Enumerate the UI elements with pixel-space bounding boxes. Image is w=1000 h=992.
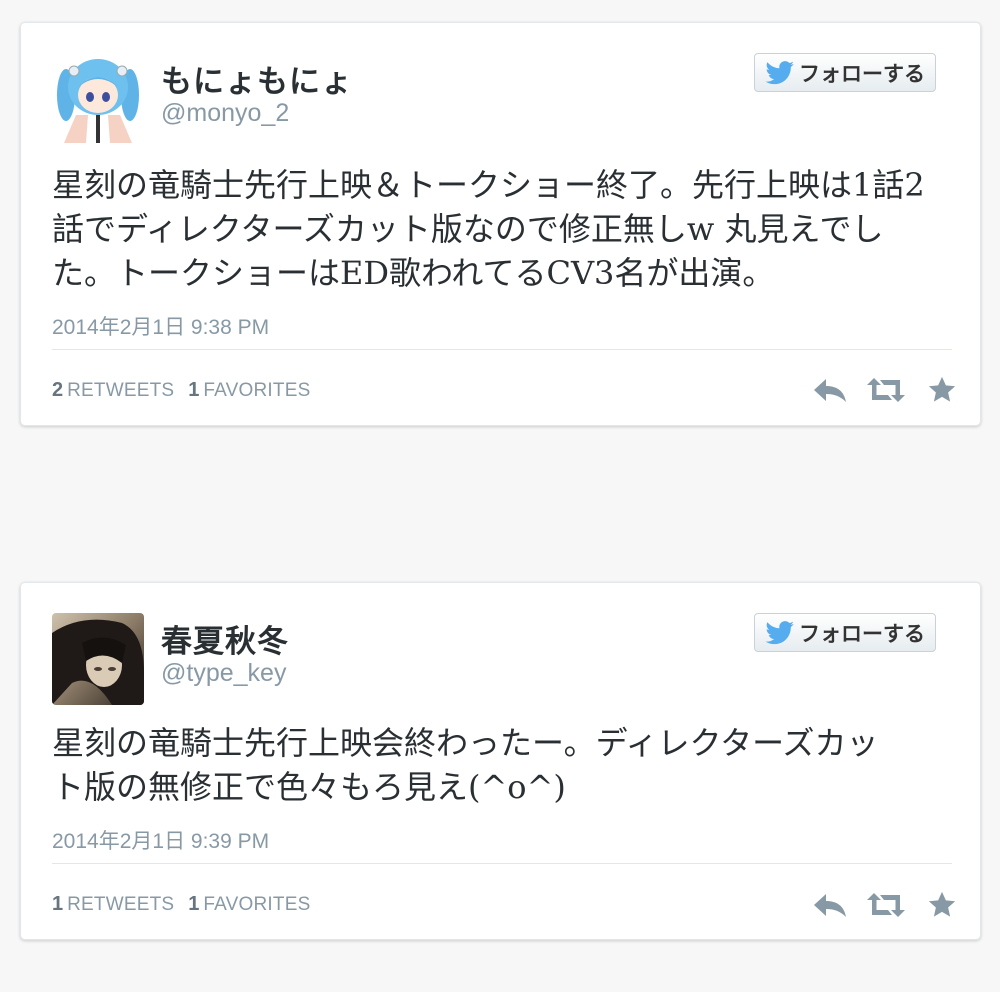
tweet-card: 春夏秋冬 @type_key フォローする 星刻の竜騎士先行上映会終わったー。デ… [20, 582, 981, 940]
reply-icon[interactable] [811, 890, 849, 920]
follow-button-label: フォローする [799, 62, 925, 86]
tweet-timestamp[interactable]: 2014年2月1日 9:39 PM [52, 825, 269, 855]
tweet-text: 星刻の竜騎士先行上映＆トークショー終了。先行上映は1話2話でディレクターズカット… [52, 166, 925, 292]
favorites-label[interactable]: FAVORITES [203, 380, 310, 402]
divider [52, 863, 952, 864]
favorites-label[interactable]: FAVORITES [203, 894, 310, 916]
retweets-label[interactable]: RETWEETS [67, 380, 174, 402]
display-name[interactable]: 春夏秋冬 [161, 616, 289, 661]
tweet-stats: 1 RETWEETS 1 FAVORITES [52, 893, 324, 916]
tweet-stats: 2 RETWEETS 1 FAVORITES [52, 379, 324, 402]
tweet-text: 星刻の竜騎士先行上映会終わったー。ディレクターズカット版の無修正で色々もろ見え(… [52, 724, 879, 806]
tweet-actions [811, 890, 961, 920]
divider [52, 349, 952, 350]
display-name[interactable]: もにょもにょ [161, 56, 353, 101]
twitter-bird-icon [765, 620, 794, 644]
favorite-star-icon[interactable] [923, 890, 961, 920]
avatar[interactable] [52, 613, 144, 705]
twitter-bird-icon [765, 60, 794, 84]
retweets-count[interactable]: 1 [52, 893, 63, 916]
tweet-card: もにょもにょ @monyo_2 フォローする 星刻の竜騎士先行上映＆トークショー… [20, 22, 981, 426]
reply-icon[interactable] [811, 375, 849, 405]
retweet-icon[interactable] [867, 375, 905, 405]
tweet-timestamp[interactable]: 2014年2月1日 9:38 PM [52, 311, 269, 341]
follow-button[interactable]: フォローする [754, 53, 936, 92]
avatar[interactable] [52, 53, 144, 145]
retweet-icon[interactable] [867, 890, 905, 920]
screen-name[interactable]: @type_key [161, 659, 286, 688]
retweets-label[interactable]: RETWEETS [67, 894, 174, 916]
favorites-count[interactable]: 1 [188, 893, 199, 916]
favorites-count[interactable]: 1 [188, 379, 199, 402]
screen-name[interactable]: @monyo_2 [161, 99, 289, 128]
retweets-count[interactable]: 2 [52, 379, 63, 402]
favorite-star-icon[interactable] [923, 375, 961, 405]
tweet-actions [811, 375, 961, 405]
follow-button[interactable]: フォローする [754, 613, 936, 652]
follow-button-label: フォローする [799, 622, 925, 646]
